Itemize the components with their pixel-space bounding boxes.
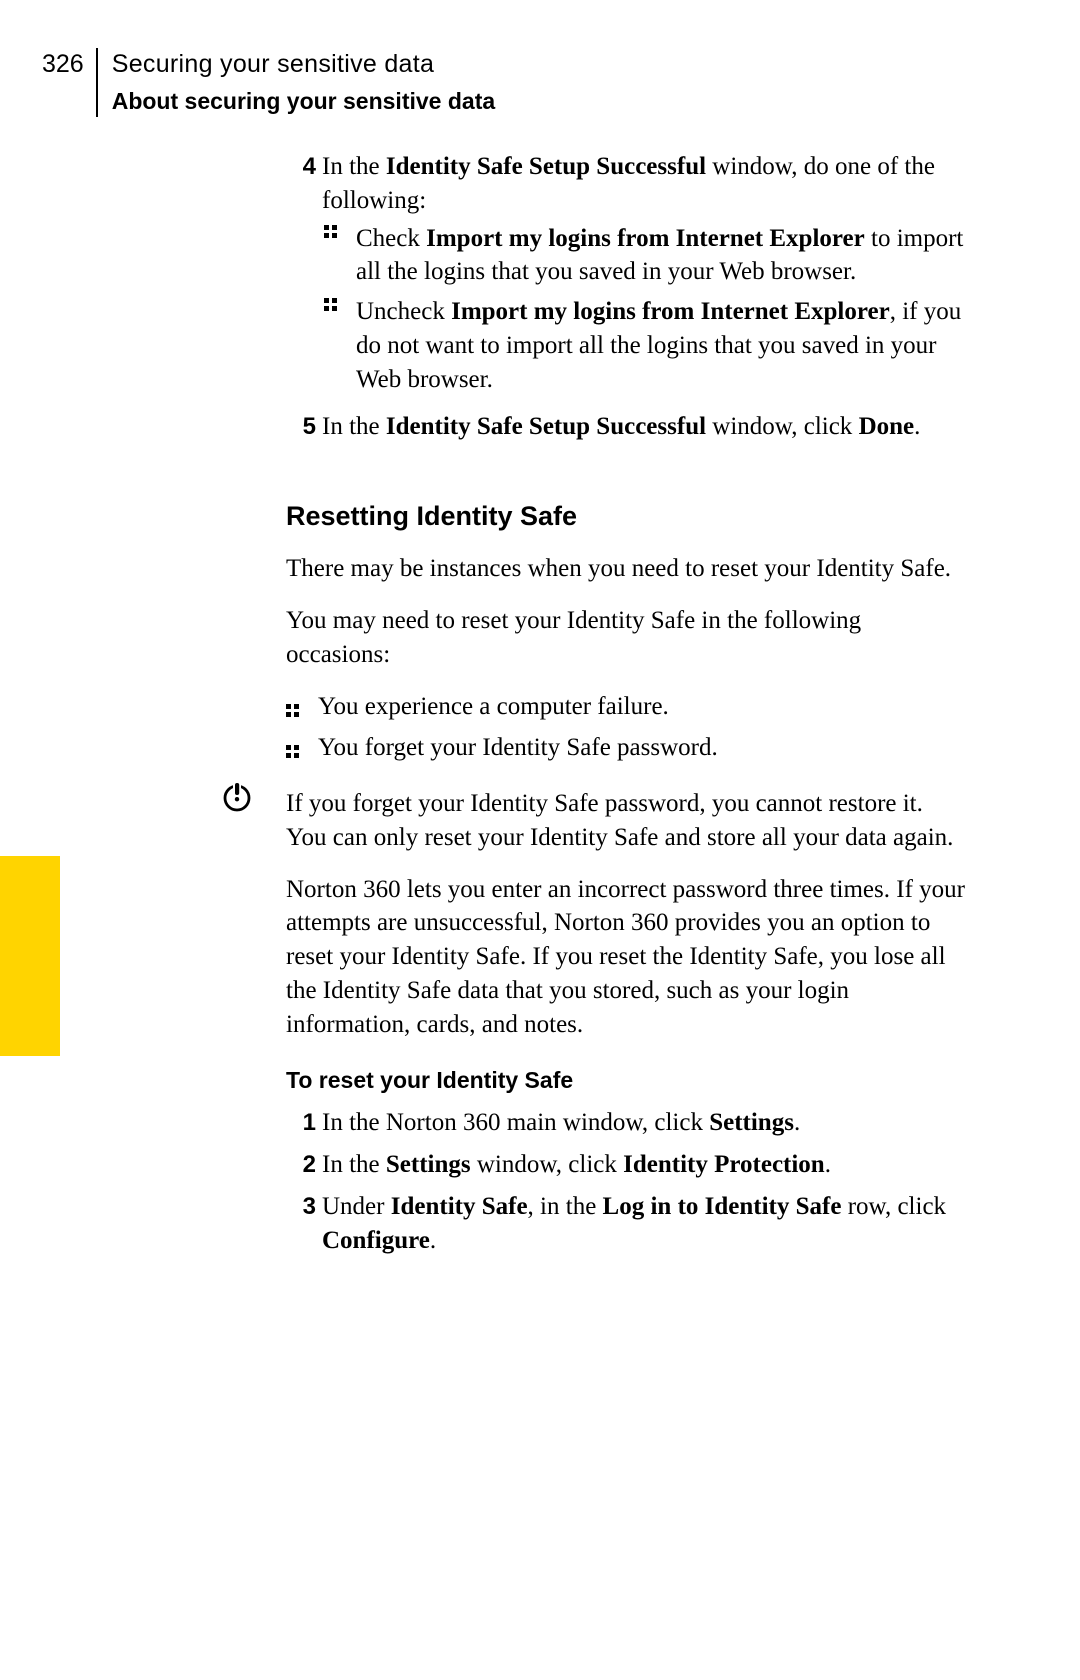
step-number: 2	[286, 1148, 322, 1182]
step-4: 4 In the Identity Safe Setup Successful …	[286, 150, 965, 402]
paragraph: There may be instances when you need to …	[286, 552, 965, 586]
warning-icon	[222, 783, 252, 813]
subheading-resetting: Resetting Identity Safe	[286, 498, 965, 534]
list-item: You experience a computer failure.	[286, 690, 965, 728]
square-bullet-icon	[322, 222, 356, 239]
chapter-title: Securing your sensitive data	[112, 48, 495, 82]
page-tab	[0, 856, 60, 1056]
list-text: You forget your Identity Safe password.	[318, 731, 718, 765]
step-text: In the Identity Safe Setup Successful wi…	[322, 410, 965, 444]
paragraph: Norton 360 lets you enter an incorrect p…	[286, 873, 965, 1042]
step-text: In the Identity Safe Setup Successful wi…	[322, 150, 965, 218]
step-text: In the Norton 360 main window, click Set…	[322, 1106, 965, 1140]
square-bullet-icon	[286, 731, 318, 769]
warning-paragraph: If you forget your Identity Safe passwor…	[286, 787, 965, 855]
step-1: 1 In the Norton 360 main window, click S…	[286, 1106, 965, 1140]
bullet-text: Uncheck Import my logins from Internet E…	[356, 295, 965, 396]
square-bullet-icon	[286, 690, 318, 728]
step-text: In the Settings window, click Identity P…	[322, 1148, 965, 1182]
step-3: 3 Under Identity Safe, in the Log in to …	[286, 1190, 965, 1258]
main-content: 4 In the Identity Safe Setup Successful …	[286, 150, 965, 1265]
square-bullet-icon	[322, 295, 356, 312]
page-header: 326 Securing your sensitive data About s…	[42, 48, 1000, 117]
sub-bullet: Uncheck Import my logins from Internet E…	[322, 295, 965, 396]
step-number: 4	[286, 150, 322, 402]
step-text: Under Identity Safe, in the Log in to Id…	[322, 1190, 965, 1258]
paragraph: You may need to reset your Identity Safe…	[286, 604, 965, 672]
step-number: 1	[286, 1106, 322, 1140]
step-number: 5	[286, 410, 322, 444]
page-number: 326	[42, 48, 96, 82]
list-text: You experience a computer failure.	[318, 690, 669, 724]
list-item: You forget your Identity Safe password.	[286, 731, 965, 769]
section-title: About securing your sensitive data	[112, 86, 495, 117]
step-2: 2 In the Settings window, click Identity…	[286, 1148, 965, 1182]
bullet-text: Check Import my logins from Internet Exp…	[356, 222, 965, 290]
header-divider	[96, 48, 98, 117]
procedure-heading: To reset your Identity Safe	[286, 1065, 965, 1096]
step-number: 3	[286, 1190, 322, 1258]
step-5: 5 In the Identity Safe Setup Successful …	[286, 410, 965, 444]
sub-bullet: Check Import my logins from Internet Exp…	[322, 222, 965, 290]
